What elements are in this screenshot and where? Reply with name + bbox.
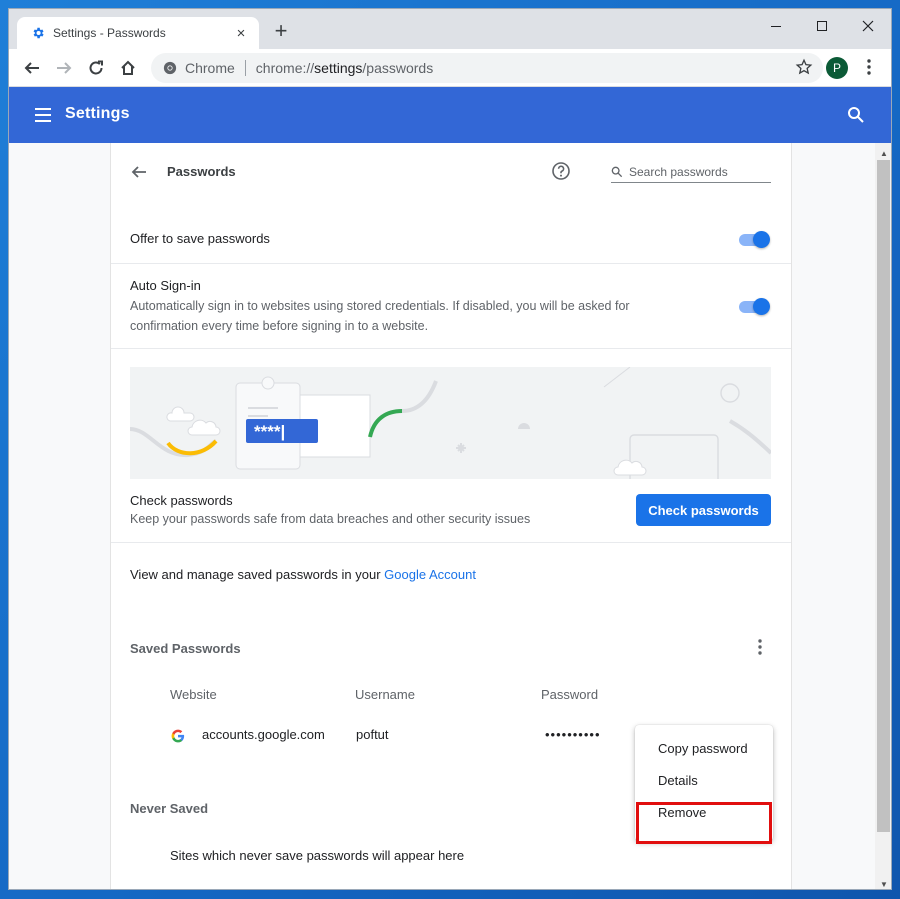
more-actions-icon[interactable] bbox=[752, 637, 768, 657]
google-account-link[interactable]: Google Account bbox=[384, 567, 476, 582]
offer-to-save-toggle[interactable] bbox=[739, 231, 771, 248]
omnibox-separator bbox=[244, 60, 246, 76]
saved-passwords-title: Saved Passwords bbox=[130, 641, 241, 656]
google-account-row: View and manage saved passwords in your … bbox=[130, 567, 476, 582]
omnibox-chrome-label: Chrome bbox=[185, 60, 235, 76]
saved-website: accounts.google.com bbox=[202, 727, 325, 742]
arrow-right-icon bbox=[57, 62, 72, 74]
minimize-icon bbox=[771, 25, 781, 27]
menu-item-details[interactable]: Details bbox=[658, 773, 698, 788]
hamburger-menu-icon[interactable] bbox=[35, 108, 51, 126]
reload-button[interactable] bbox=[83, 55, 109, 81]
google-favicon-icon bbox=[171, 729, 185, 743]
check-passwords-description: Keep your passwords safe from data breac… bbox=[130, 512, 531, 526]
google-account-text: View and manage saved passwords in your bbox=[130, 567, 385, 582]
reload-icon bbox=[89, 60, 103, 75]
search-passwords-field[interactable] bbox=[611, 161, 771, 183]
help-icon[interactable] bbox=[551, 161, 571, 181]
column-header-username: Username bbox=[355, 687, 415, 702]
tab-close-icon[interactable]: × bbox=[233, 25, 249, 42]
url-host: settings bbox=[314, 60, 363, 76]
offer-to-save-label: Offer to save passwords bbox=[130, 231, 270, 246]
passwords-card: Passwords Offer to save passwords Auto S… bbox=[110, 143, 792, 889]
auto-signin-description: Automatically sign in to websites using … bbox=[130, 299, 630, 333]
maximize-icon bbox=[817, 21, 827, 31]
gear-icon bbox=[33, 27, 44, 39]
remove-highlight-box bbox=[636, 802, 772, 844]
settings-title: Settings bbox=[65, 105, 130, 122]
url-text: chrome://settings/passwords bbox=[256, 60, 433, 76]
url-path: /passwords bbox=[362, 60, 434, 76]
column-header-website: Website bbox=[170, 687, 217, 702]
close-icon bbox=[862, 20, 874, 32]
profile-avatar[interactable]: P bbox=[826, 57, 848, 79]
page-title: Passwords bbox=[167, 164, 236, 179]
browser-window: Settings - Passwords × + Chrome chrome:/… bbox=[8, 8, 892, 890]
settings-content: Passwords Offer to save passwords Auto S… bbox=[9, 143, 875, 889]
scrollbar-thumb[interactable] bbox=[877, 160, 890, 832]
tab-strip: Settings - Passwords × + bbox=[9, 9, 891, 49]
bookmark-star-icon[interactable] bbox=[795, 58, 813, 76]
url-prefix: chrome:// bbox=[255, 60, 315, 76]
check-passwords-button[interactable]: Check passwords bbox=[636, 494, 771, 526]
check-passwords-title: Check passwords bbox=[130, 493, 233, 508]
back-button[interactable] bbox=[19, 55, 45, 81]
illustration-masked-text: ****| bbox=[254, 422, 285, 441]
scroll-down-arrow-icon[interactable]: ▼ bbox=[880, 880, 888, 889]
auto-signin-toggle[interactable] bbox=[739, 298, 771, 315]
auto-signin-label: Auto Sign-in bbox=[130, 278, 201, 293]
minimize-button[interactable] bbox=[753, 13, 799, 39]
search-icon[interactable] bbox=[847, 106, 865, 124]
page-scrollbar[interactable]: ▲ ▼ bbox=[875, 143, 891, 889]
divider bbox=[111, 263, 791, 264]
close-window-button[interactable] bbox=[845, 13, 891, 39]
home-icon bbox=[121, 60, 135, 75]
saved-username: poftut bbox=[356, 727, 389, 742]
search-icon bbox=[611, 166, 623, 177]
back-arrow-icon[interactable] bbox=[131, 164, 147, 180]
chrome-icon bbox=[163, 61, 177, 75]
column-header-password: Password bbox=[541, 687, 599, 702]
check-passwords-illustration: ****| bbox=[130, 367, 771, 479]
menu-item-copy-password[interactable]: Copy password bbox=[658, 741, 748, 756]
chrome-menu-icon[interactable] bbox=[861, 57, 877, 77]
illustration-graphic: ****| bbox=[130, 367, 771, 479]
scroll-up-arrow-icon[interactable]: ▲ bbox=[880, 149, 888, 158]
maximize-button[interactable] bbox=[799, 13, 845, 39]
saved-password: •••••••••• bbox=[545, 727, 601, 742]
settings-header: Settings bbox=[9, 87, 891, 143]
never-saved-title: Never Saved bbox=[130, 801, 209, 816]
tab-title: Settings - Passwords bbox=[53, 26, 166, 40]
forward-button[interactable] bbox=[51, 55, 77, 81]
search-passwords-input[interactable] bbox=[629, 164, 769, 179]
divider bbox=[111, 348, 791, 349]
never-saved-empty-text: Sites which never save passwords will ap… bbox=[170, 848, 465, 863]
home-button[interactable] bbox=[115, 55, 141, 81]
divider bbox=[111, 542, 791, 543]
tab-settings-passwords[interactable]: Settings - Passwords × bbox=[17, 17, 259, 49]
browser-toolbar: Chrome chrome://settings/passwords P bbox=[9, 49, 891, 87]
address-bar[interactable]: Chrome chrome://settings/passwords bbox=[151, 53, 823, 83]
arrow-left-icon bbox=[24, 62, 39, 74]
new-tab-button[interactable]: + bbox=[269, 20, 293, 42]
